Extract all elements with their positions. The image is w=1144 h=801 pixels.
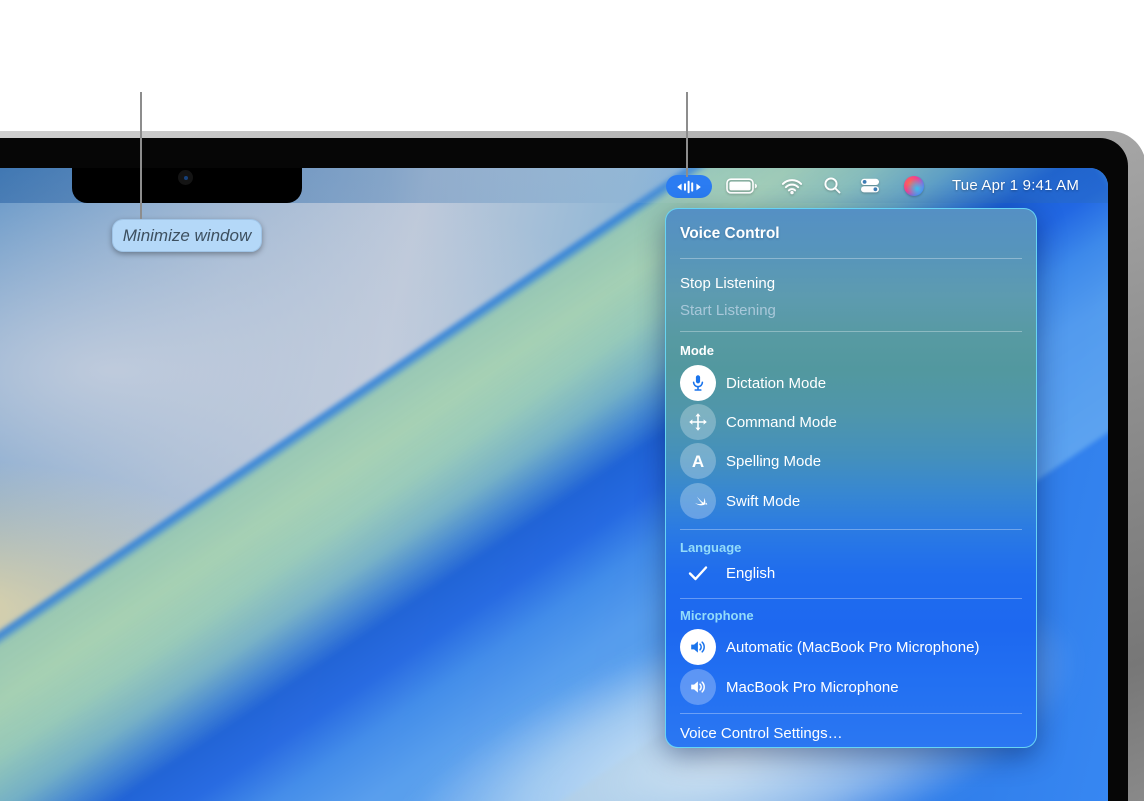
- display: Tue Apr 1 9:41 AM Minimize window Voice …: [0, 168, 1108, 801]
- section-header-language: Language: [680, 540, 742, 555]
- menu-divider: [680, 331, 1022, 332]
- menu-item-stop-listening[interactable]: Stop Listening: [680, 275, 1022, 292]
- section-header-mode: Mode: [680, 343, 714, 358]
- swift-bird-icon: [680, 483, 716, 519]
- notch: [72, 168, 302, 203]
- menu-divider: [680, 258, 1022, 259]
- callout-line-voice-control: [686, 92, 688, 177]
- speaker-icon: [680, 629, 716, 665]
- minimize-window-tooltip-label: Minimize window: [122, 225, 252, 245]
- speaker-icon: [680, 669, 716, 705]
- menu-item-spelling-mode[interactable]: A Spelling Mode: [680, 443, 821, 479]
- menu-bar-clock[interactable]: Tue Apr 1 9:41 AM: [952, 168, 1079, 203]
- menu-item-start-listening: Start Listening: [680, 302, 776, 319]
- facetime-camera: [178, 170, 193, 185]
- minimize-window-tooltip: Minimize window: [112, 219, 262, 252]
- callout-line-minimize: [140, 92, 142, 219]
- voice-control-status-item[interactable]: [666, 175, 712, 198]
- menu-divider: [680, 713, 1022, 714]
- menu-item-label: Command Mode: [726, 413, 837, 431]
- menu-item-label: English: [726, 564, 776, 582]
- voice-control-menu: Voice Control Stop Listening Start Liste…: [665, 208, 1037, 748]
- menu-item-swift-mode[interactable]: Swift Mode: [680, 483, 800, 519]
- menu-item-voice-control-settings[interactable]: Voice Control Settings…: [680, 725, 1022, 742]
- menu-divider: [680, 598, 1022, 599]
- menu-item-microphone-macbook-pro[interactable]: MacBook Pro Microphone: [680, 669, 899, 705]
- wifi-icon[interactable]: [781, 177, 803, 195]
- voice-control-waveform-icon: [677, 180, 701, 193]
- menu-item-microphone-automatic[interactable]: Automatic (MacBook Pro Microphone): [680, 629, 979, 665]
- microphone-icon: [680, 365, 716, 401]
- move-arrows-icon: [680, 404, 716, 440]
- menu-divider: [680, 529, 1022, 530]
- letter-a-glyph: A: [691, 451, 705, 471]
- battery-icon[interactable]: [726, 178, 758, 194]
- menu-item-label: Dictation Mode: [726, 374, 827, 392]
- menu-title: Voice Control: [680, 225, 780, 242]
- section-header-microphone: Microphone: [680, 608, 754, 623]
- letter-a-icon: A: [680, 443, 716, 479]
- menu-item-label: Automatic (MacBook Pro Microphone): [726, 638, 980, 656]
- menu-item-command-mode[interactable]: Command Mode: [680, 404, 837, 440]
- checkmark-icon: [680, 564, 716, 582]
- menu-item-dictation-mode[interactable]: Dictation Mode: [680, 365, 826, 401]
- menu-item-label: Spelling Mode: [726, 452, 822, 470]
- control-center-icon[interactable]: [860, 178, 880, 193]
- documentation-figure: Tue Apr 1 9:41 AM Minimize window Voice …: [0, 0, 1144, 801]
- siri-icon[interactable]: [904, 176, 924, 196]
- spotlight-search-icon[interactable]: [823, 176, 842, 195]
- menu-bar: Tue Apr 1 9:41 AM: [0, 168, 1108, 203]
- siri-orb: [904, 176, 924, 196]
- menu-item-label: MacBook Pro Microphone: [726, 678, 899, 696]
- menu-item-label: Swift Mode: [726, 492, 801, 510]
- menu-item-language-english[interactable]: English: [680, 564, 775, 582]
